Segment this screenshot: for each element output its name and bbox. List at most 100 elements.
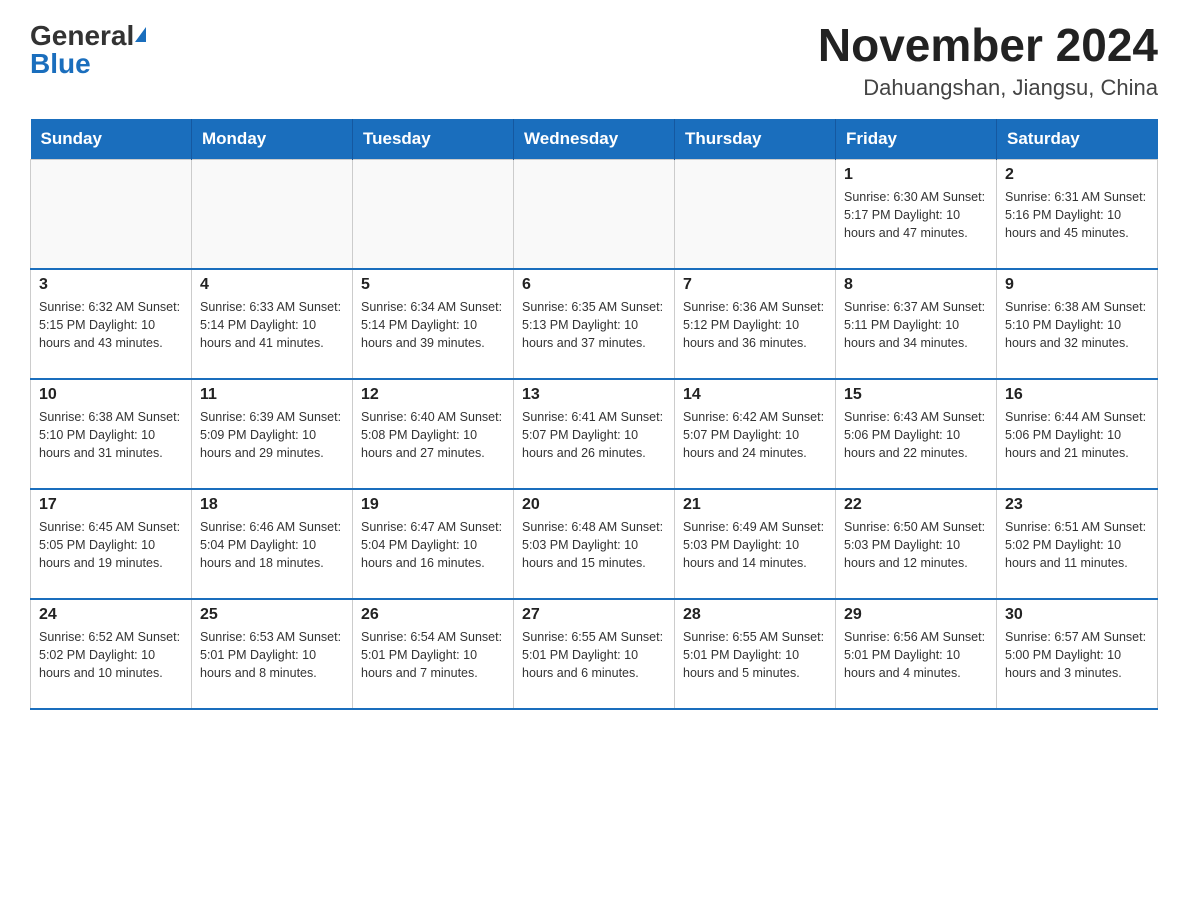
calendar-cell: 22 Sunrise: 6:50 AM Sunset: 5:03 PM Dayli… (836, 489, 997, 599)
calendar-cell: 1 Sunrise: 6:30 AM Sunset: 5:17 PM Daylig… (836, 159, 997, 269)
calendar-cell: 10 Sunrise: 6:38 AM Sunset: 5:10 PM Dayli… (31, 379, 192, 489)
calendar-cell: 28Sunrise: 6:55 AM Sunset: 5:01 PM Dayli… (675, 599, 836, 709)
day-number: 4 (200, 276, 344, 294)
day-number: 14 (683, 386, 827, 404)
week-row-5: 24 Sunrise: 6:52 AM Sunset: 5:02 PM Dayli… (31, 599, 1158, 709)
day-info: Sunrise: 6:55 AM Sunset: 5:01 PM Dayligh… (522, 628, 666, 682)
day-info: Sunrise: 6:41 AM Sunset: 5:07 PM Dayligh… (522, 408, 666, 462)
weekday-header-row: SundayMondayTuesdayWednesdayThursdayFrid… (31, 119, 1158, 160)
day-number: 24 (39, 606, 183, 624)
calendar-cell (675, 159, 836, 269)
calendar-cell: 5 Sunrise: 6:34 AM Sunset: 5:14 PM Daylig… (353, 269, 514, 379)
location-subtitle: Dahuangshan, Jiangsu, China (818, 75, 1158, 101)
day-info: Sunrise: 6:43 AM Sunset: 5:06 PM Dayligh… (844, 408, 988, 462)
day-info: Sunrise: 6:33 AM Sunset: 5:14 PM Dayligh… (200, 298, 344, 352)
weekday-header-thursday: Thursday (675, 119, 836, 160)
calendar-cell: 17 Sunrise: 6:45 AM Sunset: 5:05 PM Dayli… (31, 489, 192, 599)
day-number: 5 (361, 276, 505, 294)
calendar-cell: 13 Sunrise: 6:41 AM Sunset: 5:07 PM Dayli… (514, 379, 675, 489)
calendar-table: SundayMondayTuesdayWednesdayThursdayFrid… (30, 119, 1158, 711)
day-info: Sunrise: 6:35 AM Sunset: 5:13 PM Dayligh… (522, 298, 666, 352)
calendar-cell (353, 159, 514, 269)
day-number: 11 (200, 386, 344, 404)
day-info: Sunrise: 6:34 AM Sunset: 5:14 PM Dayligh… (361, 298, 505, 352)
day-info: Sunrise: 6:44 AM Sunset: 5:06 PM Dayligh… (1005, 408, 1149, 462)
day-number: 6 (522, 276, 666, 294)
month-year-title: November 2024 (818, 20, 1158, 71)
page-header: General Blue November 2024 Dahuangshan, … (30, 20, 1158, 101)
calendar-cell: 9Sunrise: 6:38 AM Sunset: 5:10 PM Daylig… (997, 269, 1158, 379)
week-row-1: 1 Sunrise: 6:30 AM Sunset: 5:17 PM Daylig… (31, 159, 1158, 269)
day-info: Sunrise: 6:36 AM Sunset: 5:12 PM Dayligh… (683, 298, 827, 352)
day-number: 19 (361, 496, 505, 514)
day-number: 29 (844, 606, 988, 624)
week-row-4: 17 Sunrise: 6:45 AM Sunset: 5:05 PM Dayli… (31, 489, 1158, 599)
day-info: Sunrise: 6:49 AM Sunset: 5:03 PM Dayligh… (683, 518, 827, 572)
day-number: 22 (844, 496, 988, 514)
calendar-cell: 26 Sunrise: 6:54 AM Sunset: 5:01 PM Dayli… (353, 599, 514, 709)
calendar-cell: 18Sunrise: 6:46 AM Sunset: 5:04 PM Dayli… (192, 489, 353, 599)
day-number: 16 (1005, 386, 1149, 404)
calendar-cell: 11Sunrise: 6:39 AM Sunset: 5:09 PM Dayli… (192, 379, 353, 489)
calendar-cell: 14 Sunrise: 6:42 AM Sunset: 5:07 PM Dayli… (675, 379, 836, 489)
title-block: November 2024 Dahuangshan, Jiangsu, Chin… (818, 20, 1158, 101)
logo: General Blue (30, 20, 146, 80)
calendar-cell: 4 Sunrise: 6:33 AM Sunset: 5:14 PM Daylig… (192, 269, 353, 379)
calendar-cell: 2 Sunrise: 6:31 AM Sunset: 5:16 PM Daylig… (997, 159, 1158, 269)
day-number: 10 (39, 386, 183, 404)
calendar-cell: 30Sunrise: 6:57 AM Sunset: 5:00 PM Dayli… (997, 599, 1158, 709)
day-info: Sunrise: 6:47 AM Sunset: 5:04 PM Dayligh… (361, 518, 505, 572)
weekday-header-monday: Monday (192, 119, 353, 160)
day-info: Sunrise: 6:51 AM Sunset: 5:02 PM Dayligh… (1005, 518, 1149, 572)
day-info: Sunrise: 6:38 AM Sunset: 5:10 PM Dayligh… (39, 408, 183, 462)
day-number: 7 (683, 276, 827, 294)
calendar-cell: 27 Sunrise: 6:55 AM Sunset: 5:01 PM Dayli… (514, 599, 675, 709)
logo-arrow-icon (135, 27, 146, 42)
calendar-cell: 24 Sunrise: 6:52 AM Sunset: 5:02 PM Dayli… (31, 599, 192, 709)
day-info: Sunrise: 6:37 AM Sunset: 5:11 PM Dayligh… (844, 298, 988, 352)
calendar-cell: 6 Sunrise: 6:35 AM Sunset: 5:13 PM Daylig… (514, 269, 675, 379)
day-info: Sunrise: 6:31 AM Sunset: 5:16 PM Dayligh… (1005, 188, 1149, 242)
calendar-cell: 8 Sunrise: 6:37 AM Sunset: 5:11 PM Daylig… (836, 269, 997, 379)
day-info: Sunrise: 6:30 AM Sunset: 5:17 PM Dayligh… (844, 188, 988, 242)
calendar-body: 1 Sunrise: 6:30 AM Sunset: 5:17 PM Daylig… (31, 159, 1158, 709)
calendar-cell: 15Sunrise: 6:43 AM Sunset: 5:06 PM Dayli… (836, 379, 997, 489)
day-number: 23 (1005, 496, 1149, 514)
day-info: Sunrise: 6:45 AM Sunset: 5:05 PM Dayligh… (39, 518, 183, 572)
day-number: 1 (844, 166, 988, 184)
week-row-2: 3 Sunrise: 6:32 AM Sunset: 5:15 PM Daylig… (31, 269, 1158, 379)
day-info: Sunrise: 6:54 AM Sunset: 5:01 PM Dayligh… (361, 628, 505, 682)
day-info: Sunrise: 6:57 AM Sunset: 5:00 PM Dayligh… (1005, 628, 1149, 682)
day-info: Sunrise: 6:48 AM Sunset: 5:03 PM Dayligh… (522, 518, 666, 572)
day-number: 21 (683, 496, 827, 514)
calendar-header: SundayMondayTuesdayWednesdayThursdayFrid… (31, 119, 1158, 160)
calendar-cell: 7 Sunrise: 6:36 AM Sunset: 5:12 PM Daylig… (675, 269, 836, 379)
day-info: Sunrise: 6:46 AM Sunset: 5:04 PM Dayligh… (200, 518, 344, 572)
day-number: 13 (522, 386, 666, 404)
calendar-cell: 3 Sunrise: 6:32 AM Sunset: 5:15 PM Daylig… (31, 269, 192, 379)
calendar-cell (192, 159, 353, 269)
day-number: 12 (361, 386, 505, 404)
day-number: 3 (39, 276, 183, 294)
calendar-cell: 21 Sunrise: 6:49 AM Sunset: 5:03 PM Dayli… (675, 489, 836, 599)
day-number: 25 (200, 606, 344, 624)
day-info: Sunrise: 6:42 AM Sunset: 5:07 PM Dayligh… (683, 408, 827, 462)
day-info: Sunrise: 6:50 AM Sunset: 5:03 PM Dayligh… (844, 518, 988, 572)
calendar-cell (31, 159, 192, 269)
day-number: 27 (522, 606, 666, 624)
day-number: 28 (683, 606, 827, 624)
day-number: 2 (1005, 166, 1149, 184)
day-info: Sunrise: 6:38 AM Sunset: 5:10 PM Dayligh… (1005, 298, 1149, 352)
calendar-cell: 25Sunrise: 6:53 AM Sunset: 5:01 PM Dayli… (192, 599, 353, 709)
weekday-header-sunday: Sunday (31, 119, 192, 160)
day-info: Sunrise: 6:52 AM Sunset: 5:02 PM Dayligh… (39, 628, 183, 682)
day-info: Sunrise: 6:40 AM Sunset: 5:08 PM Dayligh… (361, 408, 505, 462)
day-number: 26 (361, 606, 505, 624)
day-number: 8 (844, 276, 988, 294)
logo-blue-text: Blue (30, 48, 91, 79)
calendar-cell (514, 159, 675, 269)
day-number: 20 (522, 496, 666, 514)
weekday-header-saturday: Saturday (997, 119, 1158, 160)
day-info: Sunrise: 6:32 AM Sunset: 5:15 PM Dayligh… (39, 298, 183, 352)
day-number: 17 (39, 496, 183, 514)
